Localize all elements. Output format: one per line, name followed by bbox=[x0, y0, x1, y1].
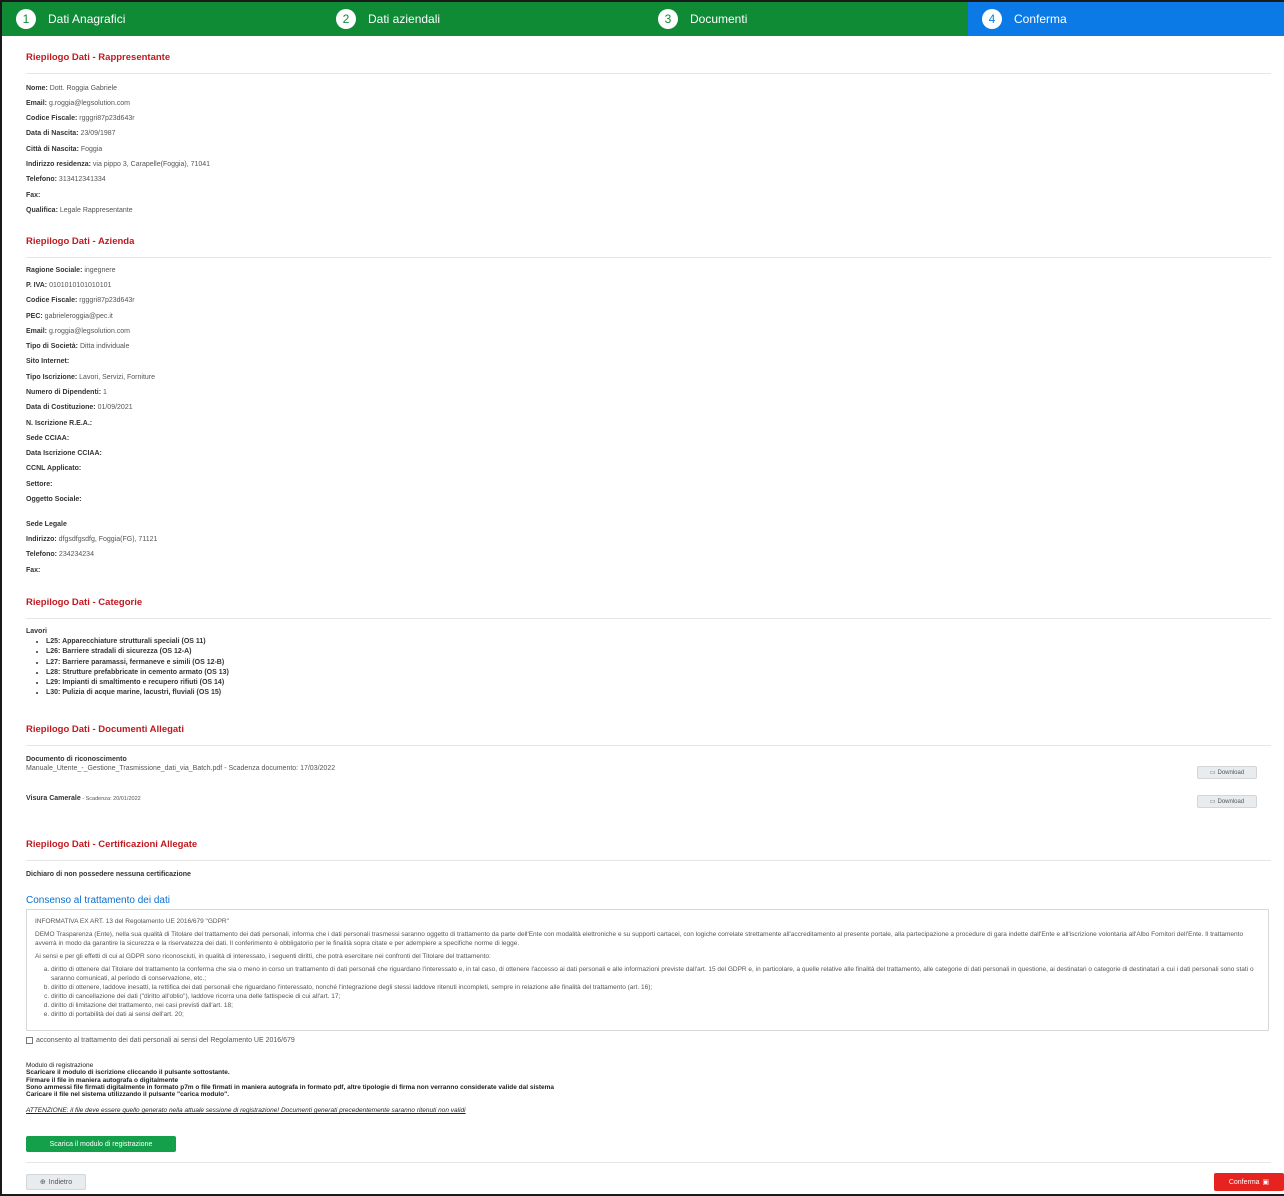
certificazioni-text: Dichiaro di non possedere nessuna certif… bbox=[26, 871, 191, 878]
field-nome: Nome: Dott. Roggia Gabriele bbox=[26, 85, 118, 92]
section-title-categorie: Riepilogo Dati - Categorie bbox=[26, 597, 143, 608]
divider bbox=[26, 1162, 1271, 1163]
step-label: Dati Anagrafici bbox=[48, 12, 126, 26]
wizard-stepper: 1 Dati Anagrafici 2 Dati aziendali 3 Doc… bbox=[2, 2, 1284, 36]
field-telefono: Telefono: 313412341334 bbox=[26, 176, 106, 183]
divider bbox=[26, 860, 1271, 861]
field-tipo-iscrizione: Tipo Iscrizione: Lavori, Servizi, Fornit… bbox=[26, 374, 156, 381]
module-instructions: Modulo di registrazione Scaricare il mod… bbox=[26, 1062, 555, 1099]
field-tipo-societa: Tipo di Società: Ditta individuale bbox=[26, 343, 130, 350]
divider bbox=[26, 745, 1271, 746]
privacy-notice-box[interactable]: INFORMATIVA EX ART. 13 del Regolamento U… bbox=[26, 909, 1269, 1031]
field-citta-nascita: Città di Nascita: Foggia bbox=[26, 146, 103, 153]
step-number: 3 bbox=[658, 9, 678, 29]
category-list: L25: Apparecchiature strutturali special… bbox=[36, 637, 229, 699]
field-email: Email: g.roggia@legsolution.com bbox=[26, 100, 131, 107]
consent-checkbox-row[interactable]: acconsento al trattamento dei dati perso… bbox=[26, 1037, 295, 1044]
field-email-azienda: Email: g.roggia@legsolution.com bbox=[26, 328, 131, 335]
arrow-left-icon: ⊕ bbox=[39, 1179, 46, 1186]
field-iscrizione-rea: N. Iscrizione R.E.A.: bbox=[26, 420, 93, 427]
field-partita-iva: P. IVA: 0101010101010101 bbox=[26, 282, 112, 289]
warning-text: ATTENZIONE: il file deve essere quello g… bbox=[26, 1107, 466, 1114]
download-button-riconoscimento[interactable]: ▭ Download bbox=[1197, 766, 1257, 779]
section-title-certificazioni: Riepilogo Dati - Certificazioni Allegate bbox=[26, 839, 198, 850]
list-item: L26: Barriere stradali di sicurezza (OS … bbox=[46, 647, 229, 657]
step-label: Dati aziendali bbox=[368, 12, 441, 26]
step-documenti[interactable]: 3 Documenti bbox=[644, 2, 968, 36]
field-qualifica: Qualifica: Legale Rappresentante bbox=[26, 207, 133, 214]
step-number: 4 bbox=[982, 9, 1002, 29]
category-group-label: Lavori bbox=[26, 628, 48, 635]
step-label: Conferma bbox=[1014, 12, 1067, 26]
field-settore: Settore: bbox=[26, 481, 53, 488]
list-item: diritto di cancellazione dei dati ("diri… bbox=[51, 992, 1260, 1001]
list-item: diritto di portabilità dei dati ai sensi… bbox=[51, 1010, 1260, 1019]
save-icon: ▣ bbox=[1262, 1179, 1270, 1186]
doc-riconoscimento-detail: Manuale_Utente_-_Gestione_Trasmissione_d… bbox=[26, 765, 336, 772]
field-fax: Fax: bbox=[26, 192, 41, 199]
consent-title: Consenso al trattamento dei dati bbox=[26, 895, 170, 906]
divider bbox=[26, 257, 1271, 258]
step-label: Documenti bbox=[690, 12, 748, 26]
download-icon: ▭ bbox=[1209, 770, 1216, 776]
consent-checkbox-label: acconsento al trattamento dei dati perso… bbox=[36, 1037, 295, 1044]
field-ccnl: CCNL Applicato: bbox=[26, 465, 82, 472]
field-data-costituzione: Data di Costituzione: 01/09/2021 bbox=[26, 404, 133, 411]
module-label: Modulo di registrazione bbox=[26, 1062, 94, 1069]
section-title-rappresentante: Riepilogo Dati - Rappresentante bbox=[26, 52, 171, 63]
step-conferma[interactable]: 4 Conferma bbox=[968, 2, 1284, 36]
field-codice-fiscale-azienda: Codice Fiscale: rgggri87p23d643r bbox=[26, 297, 135, 304]
download-module-button[interactable]: Scarica il modulo di registrazione bbox=[26, 1136, 176, 1152]
field-oggetto-sociale: Oggetto Sociale: bbox=[26, 496, 82, 503]
field-sede-cciaa: Sede CCIAA: bbox=[26, 435, 70, 442]
field-pec: PEC: gabrieleroggia@pec.it bbox=[26, 313, 113, 320]
field-sito-internet: Sito Internet: bbox=[26, 358, 70, 365]
field-telefono-sede: Telefono: 234234234 bbox=[26, 551, 94, 558]
rights-list: diritto di ottenere dal Titolare del tra… bbox=[51, 965, 1260, 1019]
privacy-heading: INFORMATIVA EX ART. 13 del Regolamento U… bbox=[35, 918, 229, 925]
list-item: L30: Pulizia di acque marine, lacustri, … bbox=[46, 688, 229, 698]
field-numero-dipendenti: Numero di Dipendenti: 1 bbox=[26, 389, 107, 396]
section-title-azienda: Riepilogo Dati - Azienda bbox=[26, 236, 135, 247]
doc-visura-camerale: Visura Camerale - Scadenza: 20/01/2022 bbox=[26, 795, 141, 802]
field-indirizzo-residenza: Indirizzo residenza: via pippo 3, Carape… bbox=[26, 161, 211, 168]
step-dati-anagrafici[interactable]: 1 Dati Anagrafici bbox=[2, 2, 322, 36]
list-item: L27: Barriere paramassi, fermaneve e sim… bbox=[46, 658, 229, 668]
download-icon: ▭ bbox=[1209, 799, 1216, 805]
consent-checkbox[interactable] bbox=[26, 1037, 33, 1044]
field-indirizzo-sede: Indirizzo: dfgsdfgsdfg, Foggia(FG), 7112… bbox=[26, 536, 158, 543]
privacy-paragraph: DEMO Trasparenza (Ente), nella sua quali… bbox=[35, 931, 1244, 947]
step-dati-aziendali[interactable]: 2 Dati aziendali bbox=[322, 2, 644, 36]
field-ragione-sociale: Ragione Sociale: ingegnere bbox=[26, 267, 116, 274]
section-title-documenti: Riepilogo Dati - Documenti Allegati bbox=[26, 724, 184, 735]
step-number: 1 bbox=[16, 9, 36, 29]
list-item: L29: Impianti di smaltimento e recupero … bbox=[46, 678, 229, 688]
list-item: diritto di ottenere dal Titolare del tra… bbox=[51, 965, 1260, 983]
field-codice-fiscale: Codice Fiscale: rgggri87p23d643r bbox=[26, 115, 135, 122]
list-item: L28: Strutture prefabbricate in cemento … bbox=[46, 668, 229, 678]
download-button-visura[interactable]: ▭ Download bbox=[1197, 795, 1257, 808]
confirm-button[interactable]: Conferma ▣ bbox=[1214, 1173, 1284, 1191]
list-item: diritto di limitazione del trattamento, … bbox=[51, 1001, 1260, 1010]
field-data-iscrizione-cciaa: Data Iscrizione CCIAA: bbox=[26, 450, 102, 457]
divider bbox=[26, 73, 1271, 74]
list-item: L25: Apparecchiature strutturali special… bbox=[46, 637, 229, 647]
field-fax-sede: Fax: bbox=[26, 567, 41, 574]
divider bbox=[26, 618, 1271, 619]
list-item: diritto di ottenere, laddove inesatti, l… bbox=[51, 983, 1260, 992]
step-number: 2 bbox=[336, 9, 356, 29]
back-button[interactable]: ⊕ Indietro bbox=[26, 1174, 86, 1190]
privacy-paragraph: Ai sensi e per gli effetti di cui al GDP… bbox=[35, 953, 491, 960]
sede-legale-heading: Sede Legale bbox=[26, 521, 67, 528]
field-data-nascita: Data di Nascita: 23/09/1987 bbox=[26, 130, 116, 137]
doc-riconoscimento-title: Documento di riconoscimento bbox=[26, 756, 127, 763]
